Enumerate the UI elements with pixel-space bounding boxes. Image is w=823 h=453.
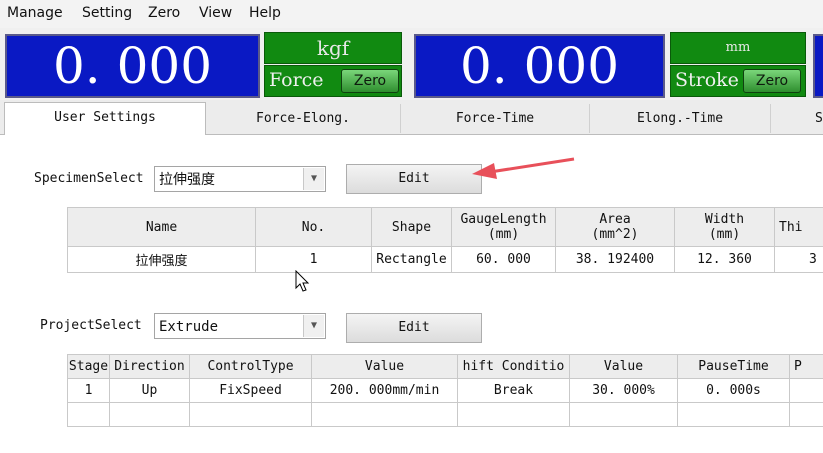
specimen-select-label: SpecimenSelect	[34, 171, 144, 186]
project-select-value: Extrude	[159, 319, 219, 335]
col-control-type: ControlType	[189, 354, 312, 379]
tab-bar: User Settings Force-Elong. Force-Time El…	[0, 100, 823, 135]
stroke-value-display: 0. 000	[414, 34, 665, 98]
specimen-table: Name No. Shape GaugeLength (mm) Area (mm…	[67, 207, 823, 273]
cell-direction[interactable]: Up	[109, 378, 190, 403]
stroke-label: Stroke	[675, 69, 739, 91]
col-shift-condition: hift Conditio	[457, 354, 570, 379]
col-stage: Stage	[67, 354, 110, 379]
force-value-display: 0. 000	[5, 34, 260, 98]
col-gauge-length: GaugeLength (mm)	[451, 207, 556, 247]
cell-gauge-length[interactable]: 60. 000	[451, 246, 556, 273]
col-value-2: Value	[569, 354, 678, 379]
col-area: Area (mm^2)	[555, 207, 675, 247]
force-zero-button[interactable]: Zero	[341, 69, 399, 93]
col-no: No.	[255, 207, 372, 247]
specimen-select-value: 拉伸强度	[159, 172, 215, 188]
project-select-label: ProjectSelect	[40, 318, 142, 333]
col-p: P	[789, 354, 823, 379]
tab-force-elong[interactable]: Force-Elong.	[206, 104, 401, 133]
stroke-zero-button[interactable]: Zero	[743, 69, 801, 93]
col-thickness: Thi	[774, 207, 823, 247]
menu-view[interactable]: View	[199, 5, 232, 21]
col-direction: Direction	[109, 354, 190, 379]
cell-thickness[interactable]: 3	[774, 246, 823, 273]
cell-no[interactable]: 1	[255, 246, 372, 273]
table-row[interactable]	[67, 402, 823, 427]
table-row[interactable]: 1 Up FixSpeed 200. 000mm/min Break 30. 0…	[67, 378, 823, 403]
project-select[interactable]: Extrude ▼	[154, 313, 326, 339]
menu-manage[interactable]: Manage	[7, 5, 63, 21]
force-unit: kgf	[264, 32, 402, 64]
stroke-label-box: Stroke Zero	[670, 65, 806, 97]
cell-value[interactable]: 200. 000mm/min	[311, 378, 458, 403]
tab-elong-time[interactable]: Elong.-Time	[590, 104, 771, 133]
menu-zero[interactable]: Zero	[148, 5, 180, 21]
menu-bar: Manage Setting Zero View Help	[0, 0, 823, 28]
menu-help[interactable]: Help	[249, 5, 281, 21]
col-width: Width (mm)	[674, 207, 775, 247]
annotation-arrow-icon	[472, 157, 575, 179]
menu-setting[interactable]: Setting	[82, 5, 132, 21]
cell-shift-condition[interactable]: Break	[457, 378, 570, 403]
cell-control-type[interactable]: FixSpeed	[189, 378, 312, 403]
cell-p[interactable]	[789, 378, 823, 403]
chevron-down-icon[interactable]: ▼	[303, 168, 324, 190]
cell-pause-time[interactable]: 0. 000s	[677, 378, 790, 403]
col-shape: Shape	[371, 207, 452, 247]
col-name: Name	[67, 207, 256, 247]
chevron-down-icon[interactable]: ▼	[303, 315, 324, 337]
tab-user-settings[interactable]: User Settings	[4, 102, 206, 135]
specimen-select[interactable]: 拉伸强度 ▼	[154, 166, 326, 192]
tab-force-time[interactable]: Force-Time	[401, 104, 590, 133]
force-label: Force	[269, 69, 324, 91]
force-label-box: Force Zero	[264, 65, 402, 97]
mouse-cursor-icon	[295, 270, 310, 292]
cell-stage[interactable]: 1	[67, 378, 110, 403]
table-row[interactable]: 拉伸强度 1 Rectangle 60. 000 38. 192400 12. …	[67, 246, 823, 273]
col-value: Value	[311, 354, 458, 379]
cell-name[interactable]: 拉伸强度	[67, 246, 256, 273]
stroke-unit: mm	[670, 32, 806, 64]
cell-width[interactable]: 12. 360	[674, 246, 775, 273]
cell-shape[interactable]: Rectangle	[371, 246, 452, 273]
extra-display	[813, 34, 823, 98]
col-pause-time: PauseTime	[677, 354, 790, 379]
specimen-edit-button[interactable]: Edit	[346, 164, 482, 194]
tab-s[interactable]: S	[771, 104, 823, 133]
project-table: Stage Direction ControlType Value hift C…	[67, 354, 823, 427]
cell-value-2[interactable]: 30. 000%	[569, 378, 678, 403]
project-edit-button[interactable]: Edit	[346, 313, 482, 343]
cell-area[interactable]: 38. 192400	[555, 246, 675, 273]
